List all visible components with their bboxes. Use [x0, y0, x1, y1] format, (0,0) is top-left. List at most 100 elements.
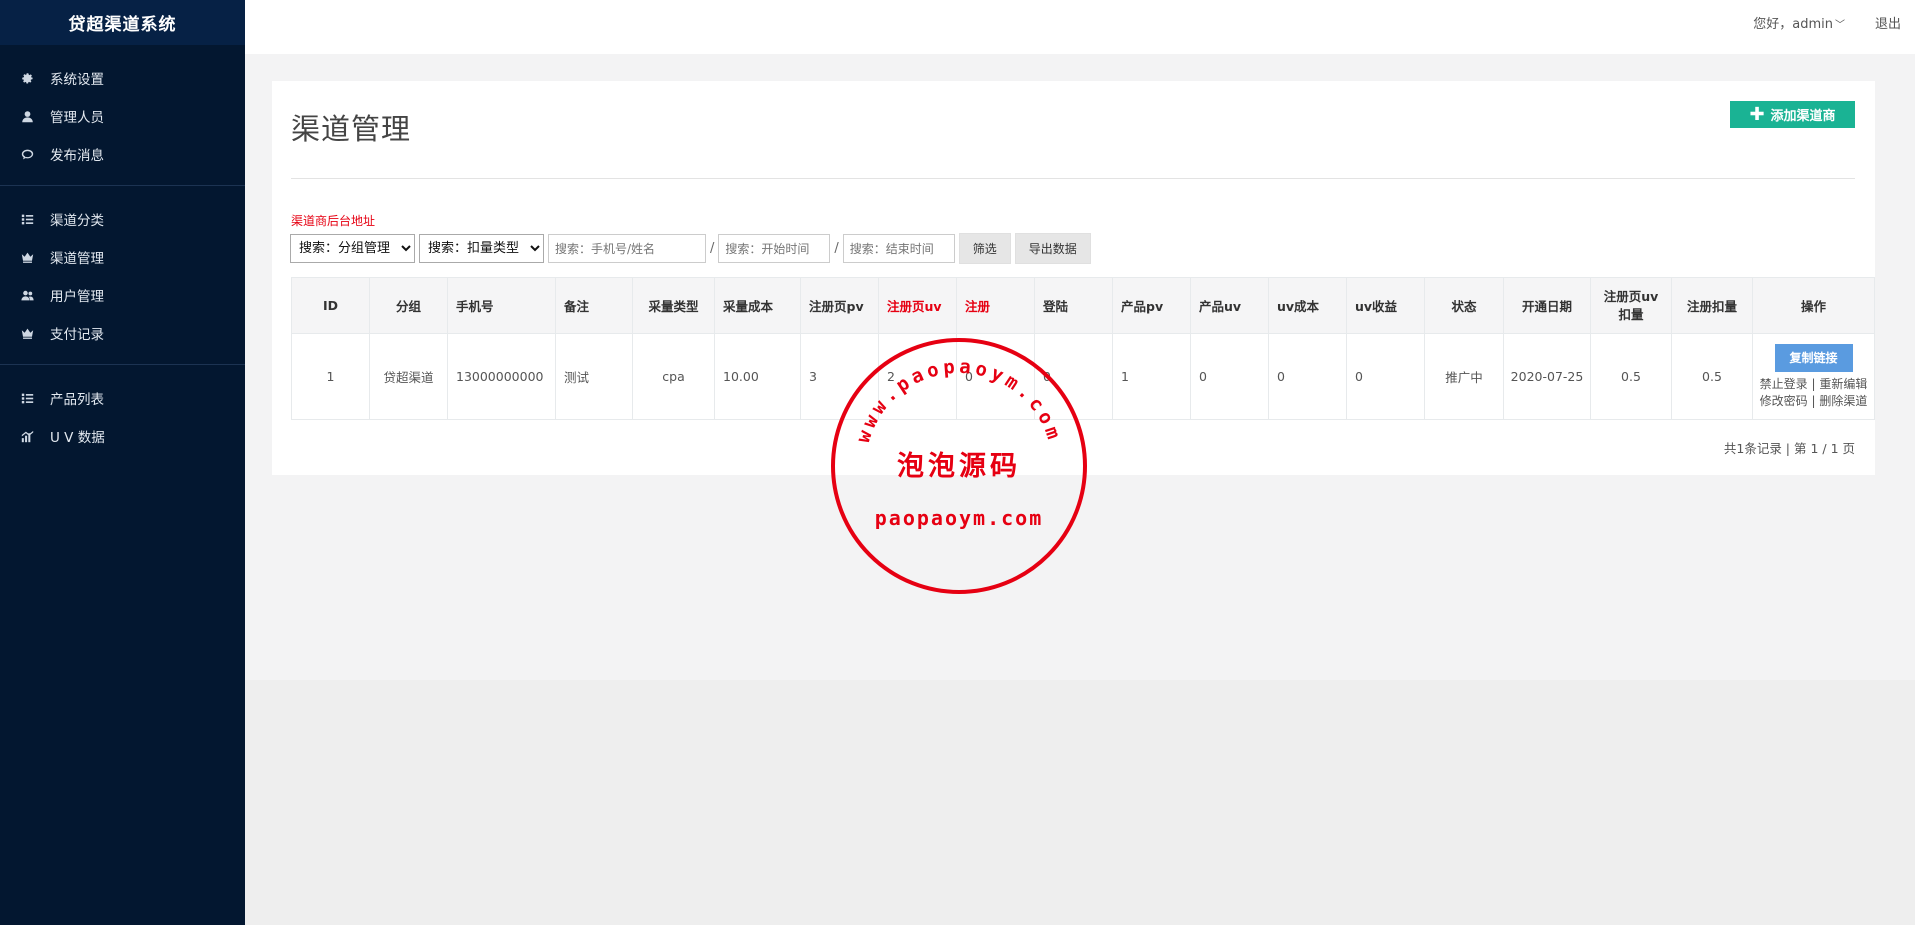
plus-icon: ✚ [1749, 103, 1765, 125]
stamp-center-text: 泡泡源码 [897, 450, 1021, 482]
add-channel-label: 添加渠道商 [1770, 109, 1836, 124]
sidebar: 贷超渠道系统 系统设置 管理人员 发布消息 渠道分类 渠道管理 用户管理 支付记… [0, 0, 245, 925]
top-bar: 您好，admin ﹀ 退出 [245, 0, 1915, 54]
col-header-reg-uv-deduct: 注册页uv 扣量 [1590, 277, 1672, 334]
end-time-input[interactable] [842, 234, 955, 263]
separator: / [710, 241, 715, 256]
stamp-arc-text: www.paopaoym.com [852, 356, 1066, 446]
cell-reg-uv-deduct: 0.5 [1590, 333, 1672, 420]
col-header-note: 备注 [555, 277, 633, 334]
ops-line-1: 禁止登录 | 重新编辑 [1754, 376, 1873, 393]
cell-status: 推广中 [1424, 333, 1504, 420]
watermark-stamp: www.paopaoym.com 泡泡源码 paopaoym.com [831, 338, 1087, 594]
col-header-phone: 手机号 [447, 277, 556, 334]
crown-icon [20, 250, 34, 264]
cell-id: 1 [291, 333, 370, 420]
filter-button[interactable]: 筛选 [958, 233, 1011, 264]
sidebar-item-label: 产品列表 [50, 392, 104, 408]
sidebar-item-label: 用户管理 [50, 289, 104, 305]
cell-ops: 复制链接 禁止登录 | 重新编辑 修改密码 | 删除渠道 [1752, 333, 1875, 420]
sidebar-item-payment-records[interactable]: 支付记录 [0, 314, 245, 352]
col-header-login: 登陆 [1034, 277, 1113, 334]
sidebar-item-publish-message[interactable]: 发布消息 [0, 135, 245, 173]
sidebar-item-system-settings[interactable]: 系统设置 [0, 59, 245, 97]
col-header-ops: 操作 [1752, 277, 1875, 334]
col-header-cost: 采量成本 [714, 277, 801, 334]
col-header-reg-deduct: 注册扣量 [1671, 277, 1753, 334]
sidebar-item-label: 系统设置 [50, 72, 104, 88]
cell-uv-income: 0 [1346, 333, 1425, 420]
nav-group-system: 系统设置 管理人员 发布消息 [0, 45, 245, 186]
cell-note: 测试 [555, 333, 633, 420]
sidebar-item-label: 发布消息 [50, 148, 104, 164]
user-menu[interactable]: 您好，admin ﹀ [1753, 13, 1845, 32]
cell-uv-cost: 0 [1268, 333, 1347, 420]
delete-channel-link[interactable]: 删除渠道 [1819, 394, 1867, 408]
users-icon [20, 288, 34, 302]
col-header-reg-uv: 注册页uv [878, 277, 957, 334]
comment-icon [20, 147, 34, 161]
stamp-bottom-text: paopaoym.com [875, 506, 1044, 530]
cell-cost: 10.00 [714, 333, 801, 420]
sidebar-item-channel-category[interactable]: 渠道分类 [0, 200, 245, 238]
group-select[interactable]: 搜索：分组管理 [290, 234, 415, 263]
list-icon [20, 391, 34, 405]
col-header-reg-pv: 注册页pv [800, 277, 879, 334]
chevron-down-icon: ﹀ [1834, 20, 1845, 31]
page-title: 渠道管理 [291, 112, 412, 146]
stamp-arc-textpath: www.paopaoym.com [852, 356, 1062, 446]
cell-prod-pv: 1 [1112, 333, 1191, 420]
cell-type: cpa [632, 333, 715, 420]
sidebar-item-label: U V 数据 [50, 430, 105, 446]
change-password-link[interactable]: 修改密码 [1760, 394, 1808, 408]
table-header-row: ID 分组 手机号 备注 采量类型 采量成本 注册页pv 注册页uv 注册 登陆… [291, 277, 1875, 334]
col-header-prod-uv: 产品uv [1190, 277, 1269, 334]
pagination-info: 共1条记录 | 第 1 / 1 页 [1723, 441, 1855, 456]
sidebar-item-label: 渠道管理 [50, 251, 104, 267]
nav-group-channel: 渠道分类 渠道管理 用户管理 支付记录 [0, 186, 245, 365]
col-header-uv-income: uv收益 [1346, 277, 1425, 334]
cell-prod-uv: 0 [1190, 333, 1269, 420]
cell-phone: 13000000000 [447, 333, 556, 420]
user-icon [20, 109, 34, 123]
cell-group: 贷超渠道 [369, 333, 448, 420]
ops-separator: | [1807, 393, 1820, 408]
ops-separator: | [1807, 376, 1820, 391]
cell-reg-deduct: 0.5 [1671, 333, 1753, 420]
copy-link-button[interactable]: 复制链接 [1774, 343, 1853, 372]
phone-name-search-input[interactable] [548, 234, 706, 263]
deduct-type-select[interactable]: 搜索：扣量类型 [419, 234, 544, 263]
bar-chart-icon [20, 429, 34, 443]
backend-address-link[interactable]: 渠道商后台地址 [291, 212, 375, 229]
top-right-actions: 您好，admin ﹀ 退出 [1753, 0, 1901, 45]
add-channel-button[interactable]: ✚ 添加渠道商 [1730, 101, 1855, 128]
crown-icon [20, 326, 34, 340]
col-header-uv-cost: uv成本 [1268, 277, 1347, 334]
re-edit-link[interactable]: 重新编辑 [1819, 377, 1867, 391]
sidebar-item-uv-data[interactable]: U V 数据 [0, 417, 245, 455]
col-header-group: 分组 [369, 277, 448, 334]
sidebar-item-label: 支付记录 [50, 327, 104, 343]
col-header-id: ID [291, 277, 370, 334]
col-header-prod-pv: 产品pv [1112, 277, 1191, 334]
separator: / [834, 241, 839, 256]
col-header-reg: 注册 [956, 277, 1035, 334]
filter-bar: 搜索：分组管理 搜索：扣量类型 / / 筛选 导出数据 [290, 233, 1091, 264]
disable-login-link[interactable]: 禁止登录 [1760, 377, 1808, 391]
start-time-input[interactable] [718, 234, 831, 263]
col-header-status: 状态 [1424, 277, 1504, 334]
sidebar-item-product-list[interactable]: 产品列表 [0, 379, 245, 417]
cell-open-date: 2020-07-25 [1503, 333, 1591, 420]
sidebar-item-admins[interactable]: 管理人员 [0, 97, 245, 135]
sidebar-item-label: 渠道分类 [50, 213, 104, 229]
sidebar-item-label: 管理人员 [50, 110, 104, 126]
export-data-button[interactable]: 导出数据 [1014, 233, 1091, 264]
col-header-open-date: 开通日期 [1503, 277, 1591, 334]
sidebar-item-user-management[interactable]: 用户管理 [0, 276, 245, 314]
nav-group-product: 产品列表 U V 数据 [0, 365, 245, 467]
ops-line-2: 修改密码 | 删除渠道 [1754, 393, 1873, 410]
app-logo-title: 贷超渠道系统 [0, 0, 245, 45]
logout-link[interactable]: 退出 [1875, 13, 1901, 32]
sidebar-item-channel-management[interactable]: 渠道管理 [0, 238, 245, 276]
title-divider [291, 178, 1855, 179]
